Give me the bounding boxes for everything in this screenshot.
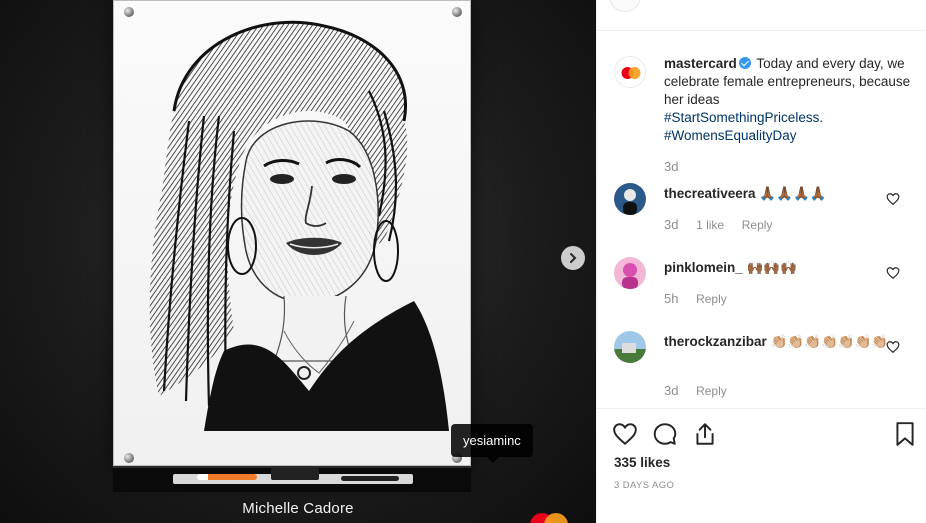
mastercard-logo-icon: [621, 67, 641, 79]
comment-meta: 3d 1 like Reply: [664, 217, 786, 232]
hashtag-link[interactable]: #WomensEqualityDay: [664, 127, 914, 145]
next-media-button[interactable]: [561, 246, 585, 270]
comment-username[interactable]: therockzanzibar: [664, 334, 767, 349]
comment-time[interactable]: 5h: [664, 291, 678, 306]
comment-emoji: 👏🏼👏🏼👏🏼👏🏼👏🏼👏🏼👏🏼: [770, 334, 889, 349]
comment-username[interactable]: thecreativeera: [664, 186, 756, 201]
comment-likes[interactable]: 1 like: [696, 218, 724, 232]
post-sidebar: mastercard Today and every day, we celeb…: [596, 0, 926, 523]
orange-marker: [197, 474, 257, 480]
instagram-post-view: Michelle Cadore yesiaminc mastercard Tod…: [0, 0, 926, 523]
black-marker: [341, 476, 399, 481]
comment-emoji: 🙌🏾🙌🏾🙌🏾: [746, 260, 797, 275]
header-avatar[interactable]: [609, 0, 641, 12]
caption-meta: 3d: [664, 159, 692, 174]
heart-icon[interactable]: [886, 340, 900, 354]
verified-badge-icon: [738, 57, 751, 69]
post-date[interactable]: 3 DAYS AGO: [614, 480, 674, 491]
divider: [597, 408, 926, 409]
comment-meta: 3d Reply: [664, 383, 741, 398]
comment-time[interactable]: 3d: [664, 383, 678, 398]
chevron-right-icon: [570, 253, 577, 263]
mastercard-avatar[interactable]: [614, 56, 646, 88]
heart-icon[interactable]: [612, 421, 638, 447]
reply-button[interactable]: Reply: [742, 218, 773, 232]
comment-meta: 5h Reply: [664, 291, 741, 306]
comment: thecreativeera 🙏🏾🙏🏾🙏🏾🙏🏾 3d 1 like Reply: [614, 183, 914, 243]
media-caption: Michelle Cadore: [242, 500, 354, 517]
portrait-sketch: [149, 20, 449, 431]
comment: therockzanzibar 👏🏼👏🏼👏🏼👏🏼👏🏼👏🏼👏🏼 3d Reply: [614, 331, 914, 401]
comment-icon[interactable]: [652, 421, 678, 447]
commenter-avatar[interactable]: [614, 257, 646, 289]
share-icon[interactable]: [692, 421, 718, 447]
comment-username[interactable]: pinklomein_: [664, 260, 743, 275]
post-caption: mastercard Today and every day, we celeb…: [614, 53, 914, 174]
avatar-photo: [622, 263, 638, 289]
user-tag[interactable]: yesiaminc: [451, 424, 533, 463]
bookmark-icon[interactable]: [892, 421, 918, 447]
hashtag-link[interactable]: #StartSomethingPriceless.: [664, 109, 914, 127]
post-time[interactable]: 3d: [664, 159, 678, 174]
board-eraser: [271, 468, 319, 480]
reply-button[interactable]: Reply: [696, 292, 727, 306]
comment-text: therockzanzibar 👏🏼👏🏼👏🏼👏🏼👏🏼👏🏼👏🏼: [664, 333, 914, 351]
commenter-avatar[interactable]: [614, 331, 646, 363]
comment-text: thecreativeera 🙏🏾🙏🏾🙏🏾🙏🏾: [664, 185, 914, 203]
whiteboard-tray: [113, 466, 471, 492]
mastercard-watermark: [530, 513, 568, 523]
post-media[interactable]: Michelle Cadore yesiaminc: [0, 0, 596, 523]
reply-button[interactable]: Reply: [696, 384, 727, 398]
heart-icon[interactable]: [886, 192, 900, 206]
comment-emoji: 🙏🏾🙏🏾🙏🏾🙏🏾: [759, 186, 827, 201]
post-author[interactable]: mastercard: [664, 56, 737, 71]
divider: [597, 30, 926, 31]
comment-text: pinklomein_ 🙌🏾🙌🏾🙌🏾: [664, 259, 914, 277]
avatar-photo: [614, 343, 646, 363]
avatar-photo: [623, 189, 637, 215]
comment-time[interactable]: 3d: [664, 217, 678, 232]
caption-text-block: mastercard Today and every day, we celeb…: [664, 55, 914, 145]
commenter-avatar[interactable]: [614, 183, 646, 215]
comment: pinklomein_ 🙌🏾🙌🏾🙌🏾 5h Reply: [614, 257, 914, 317]
whiteboard-portrait: [113, 0, 471, 466]
likes-count[interactable]: 335 likes: [614, 455, 670, 470]
heart-icon[interactable]: [886, 266, 900, 280]
